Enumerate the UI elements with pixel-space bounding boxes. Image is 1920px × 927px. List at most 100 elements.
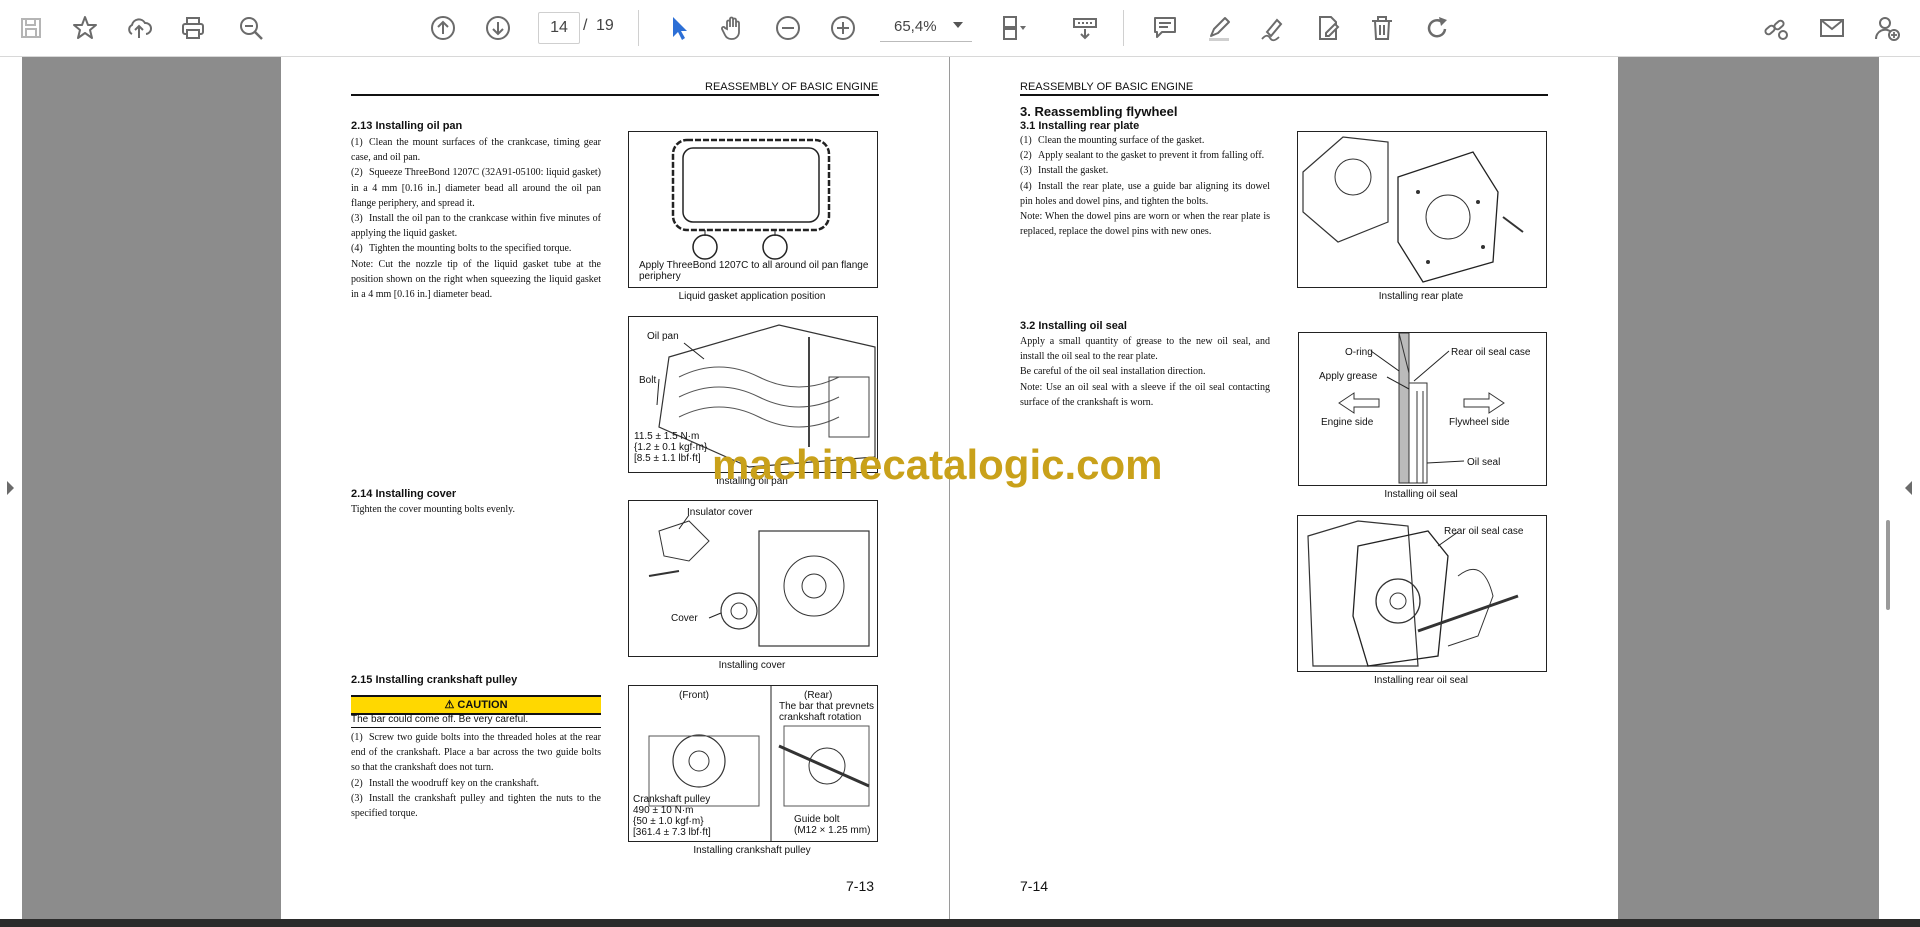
section-2-15-steps: (1) Screw two guide bolts into the thread… [351, 730, 601, 821]
next-page-icon[interactable] [481, 11, 515, 45]
figure-label: The bar that prevnets crankshaft rotatio… [779, 701, 875, 723]
torque-spec: 11.5 ± 1.5 N·m {1.2 ± 0.1 kgf·m} [8.5 ± … [634, 431, 708, 464]
save-icon[interactable] [14, 11, 48, 45]
step-item: (2) Install the woodruff key on the crank… [351, 777, 540, 789]
draw-signature-icon[interactable] [1256, 11, 1290, 45]
caution-text: The bar could come off. Be very careful. [351, 714, 601, 728]
page-number-input[interactable]: 14 [538, 12, 580, 44]
zoom-out-icon[interactable] [771, 11, 805, 45]
watermark: machinecatalogic.com [712, 441, 1163, 488]
comment-icon[interactable] [1148, 11, 1182, 45]
figure-label: Rear oil seal case [1444, 526, 1524, 537]
figure-label: Cover [671, 613, 698, 624]
step-item: (1) Screw two guide bolts into the thread… [351, 732, 601, 774]
figure-caption: Installing cover [718, 660, 786, 671]
step-item: (2) Apply sealant to the gasket to preven… [1020, 150, 1265, 162]
figure-label: (Rear) [804, 690, 833, 701]
page-header: REASSEMBLY OF BASIC ENGINE [705, 81, 879, 93]
figure-label: O-ring [1345, 347, 1373, 358]
page-header: REASSEMBLY OF BASIC ENGINE [1020, 81, 1194, 93]
rotate-icon[interactable] [1420, 11, 1454, 45]
figure-caption: Installing crankshaft pulley [693, 845, 811, 856]
left-panel-toggle-icon[interactable] [7, 481, 14, 495]
mail-icon[interactable] [1815, 11, 1849, 45]
page-total: 19 [596, 17, 614, 34]
section-3-2-text: Apply a small quantity of grease to the … [1020, 334, 1270, 410]
step-item: (2) Squeeze ThreeBond 1207C (32A91-05100:… [351, 167, 601, 209]
figure-caption: Installing rear oil seal [1374, 675, 1468, 686]
figure-caption: Liquid gasket application position [678, 291, 826, 302]
section-title-3: 3. Reassembling flywheel [1020, 104, 1178, 119]
figure-label: Apply ThreeBond 1207C to all around oil … [639, 260, 869, 282]
zoom-out-search-icon[interactable] [234, 11, 268, 45]
note: Note: Cut the nozzle tip of the liquid g… [351, 258, 601, 301]
keyboard-scroll-icon[interactable] [1068, 11, 1102, 45]
cover-engine-drawing [648, 514, 870, 647]
add-user-icon[interactable] [1870, 11, 1904, 45]
scrollbar-thumb[interactable] [1886, 520, 1890, 610]
print-icon[interactable] [176, 11, 210, 45]
chevron-down-icon[interactable] [953, 22, 963, 28]
page-layout-icon[interactable] [997, 11, 1031, 45]
step-item: (4) Install the rear plate, use a guide b… [1020, 180, 1270, 207]
hand-tool-icon[interactable] [716, 11, 750, 45]
highlight-pen-icon[interactable] [1202, 11, 1236, 45]
figure-caption: Installing oil seal [1384, 489, 1458, 500]
section-3-1-steps: (1) Clean the mounting surface of the gas… [1020, 133, 1270, 239]
figure-installing-rear-plate [1297, 131, 1547, 288]
section-title-3-2: 3.2 Installing oil seal [1020, 320, 1127, 332]
toolbar-divider [638, 10, 639, 46]
delete-trash-icon[interactable] [1365, 11, 1399, 45]
note: Note: When the dowel pins are worn or wh… [1020, 211, 1270, 238]
figure-installing-cover: Insulator cover Cover [628, 500, 878, 657]
zoom-in-icon[interactable] [826, 11, 860, 45]
step-item: (1) Clean the mounting surface of the gas… [1020, 135, 1205, 146]
page-separator: / [583, 17, 588, 34]
figure-liquid-gasket: Apply ThreeBond 1207C to all around oil … [628, 131, 878, 288]
header-rule [1020, 94, 1548, 96]
figure-label: Insulator cover [687, 507, 753, 518]
previous-page-icon[interactable] [426, 11, 460, 45]
figure-label: Rear oil seal case [1451, 347, 1531, 358]
figure-installing-oil-seal: O-ring Rear oil seal case Apply grease E… [1298, 332, 1547, 486]
figure-label: Oil seal [1467, 457, 1501, 468]
toolbar-divider [1123, 10, 1124, 46]
cloud-upload-icon[interactable] [122, 11, 156, 45]
star-icon[interactable] [68, 11, 102, 45]
step-item: (1) Clean the mount surfaces of the crank… [351, 137, 601, 164]
figure-label: Apply grease [1319, 371, 1378, 382]
figure-installing-crankshaft-pulley: (Front) (Rear) The bar that prevnets cra… [628, 685, 878, 842]
paragraph: Be careful of the oil seal installation … [1020, 366, 1206, 378]
figure-label: Bolt [639, 375, 657, 386]
figure-label: Guide bolt (M12 × 1.25 mm) [794, 814, 871, 836]
note: Note: Use an oil seal with a sleeve if t… [1020, 381, 1270, 408]
section-title-3-1: 3.1 Installing rear plate [1020, 120, 1140, 132]
step-item: (4) Tighten the mounting bolts to the spe… [351, 243, 572, 255]
share-link-icon[interactable] [1759, 11, 1793, 45]
edit-document-icon[interactable] [1311, 11, 1345, 45]
section-2-14-text: Tighten the cover mounting bolts evenly. [351, 504, 515, 515]
torque-spec: Crankshaft pulley 490 ± 10 N·m {50 ± 1.0… [633, 794, 711, 838]
warning-triangle-icon: ⚠ [444, 699, 458, 711]
header-rule [351, 94, 879, 96]
section-title-2-14: 2.14 Installing cover [351, 488, 457, 500]
status-bar [0, 919, 1920, 927]
caution-banner: ⚠ CAUTION [351, 695, 601, 715]
figure-installing-rear-oil-seal: Rear oil seal case [1297, 515, 1547, 672]
rear-plate-drawing [1302, 136, 1524, 283]
page-number: 7-14 [1020, 878, 1049, 894]
section-title-2-15: 2.15 Installing crankshaft pulley [351, 674, 518, 686]
figure-caption: Installing rear plate [1378, 291, 1464, 302]
figure-label: (Front) [679, 690, 709, 701]
figure-label: Engine side [1321, 417, 1374, 428]
select-cursor-icon[interactable] [662, 11, 696, 45]
figure-label: Flywheel side [1449, 417, 1510, 428]
section-2-13-steps: (1) Clean the mount surfaces of the crank… [351, 135, 601, 302]
toolbar: 14 / 19 65,4% [0, 0, 1920, 57]
caution-title: CAUTION [457, 699, 508, 711]
rear-oil-seal-drawing [1307, 520, 1519, 667]
section-title-2-13: 2.13 Installing oil pan [351, 120, 463, 132]
step-item: (3) Install the crankshaft pulley and tig… [351, 792, 601, 820]
page-number: 7-13 [846, 878, 875, 894]
right-panel-toggle-icon[interactable] [1905, 481, 1912, 495]
